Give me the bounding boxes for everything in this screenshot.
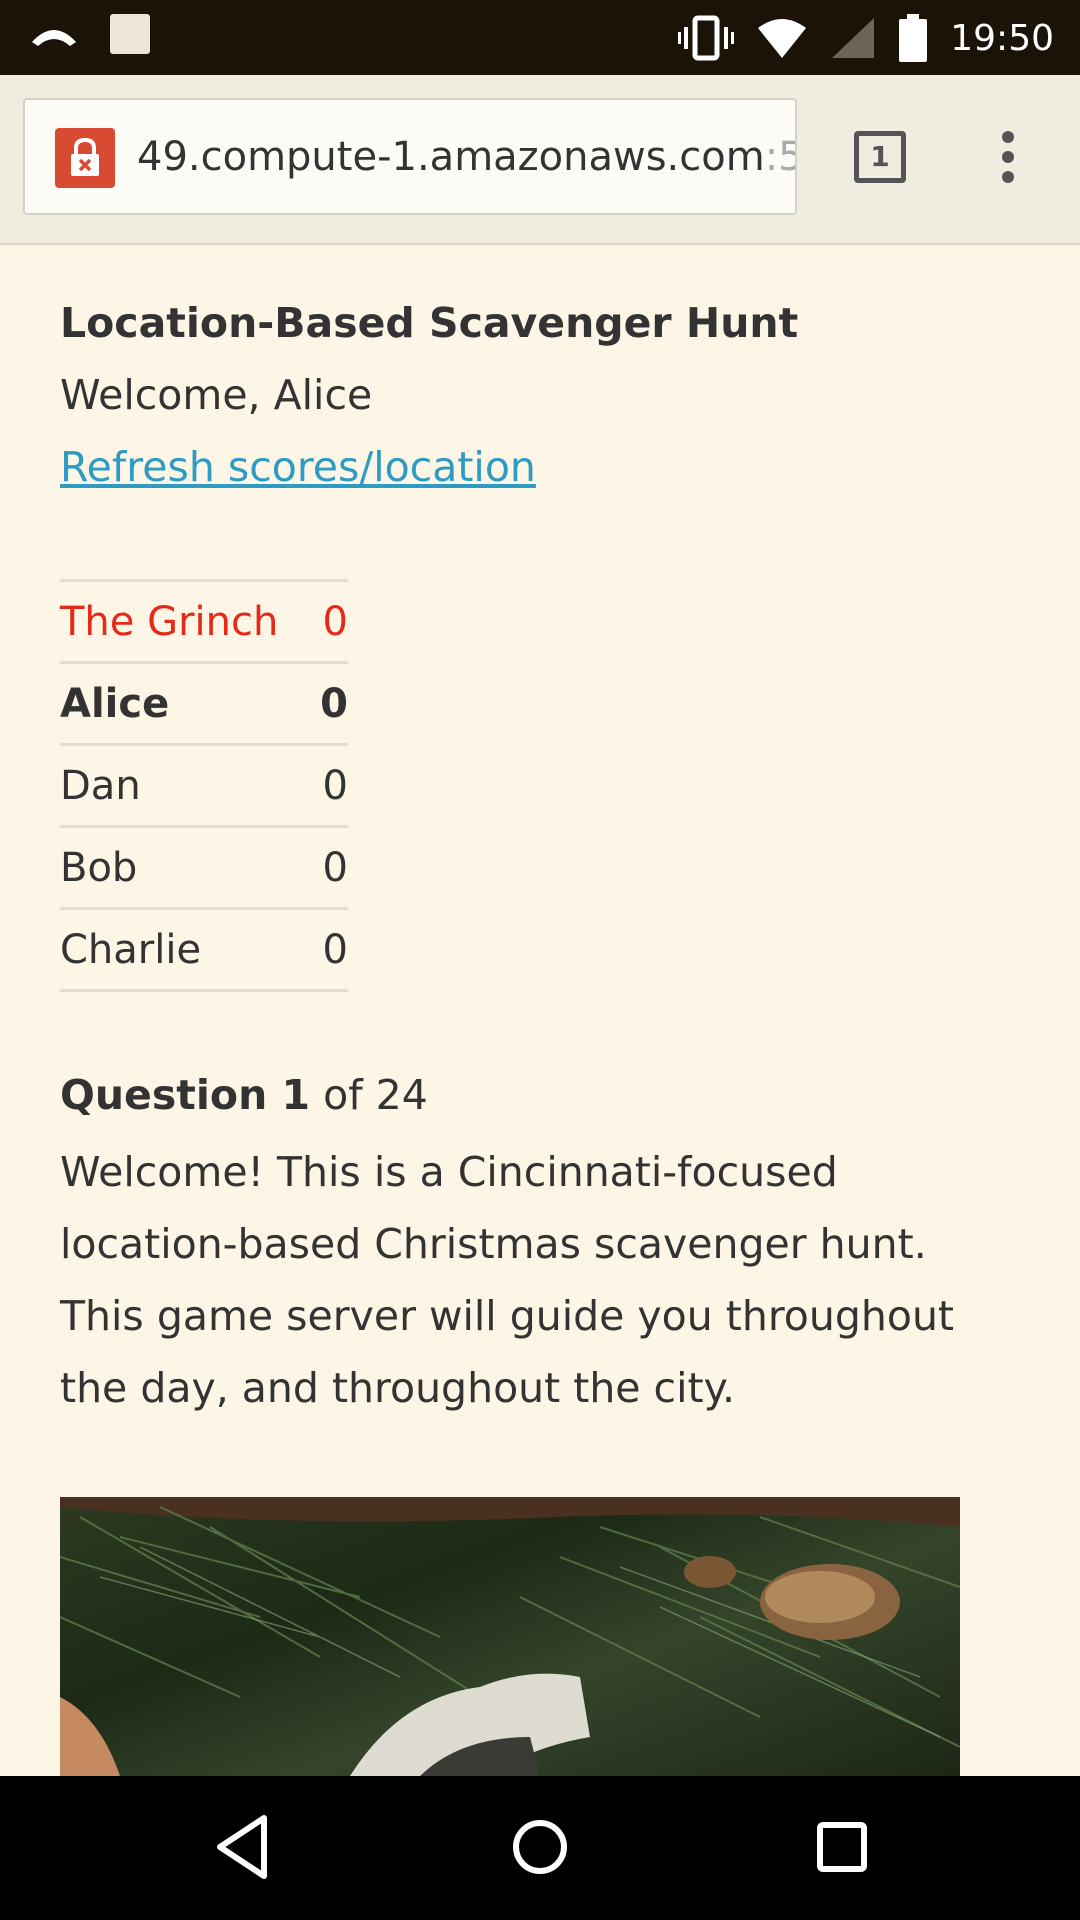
player-score: 0 — [315, 907, 348, 992]
tab-switcher-button[interactable]: 1 — [854, 131, 906, 183]
player-name: Charlie — [60, 907, 316, 992]
player-name: Bob — [60, 825, 316, 909]
score-row: Dan 0 — [60, 743, 348, 827]
recents-button[interactable] — [812, 1812, 872, 1886]
status-bar: 19:50 — [0, 0, 1080, 75]
question-text: Welcome! This is a Cincinnati-focused lo… — [60, 1148, 955, 1412]
score-row: Charlie 0 — [60, 907, 348, 992]
question-photo — [60, 1497, 960, 1776]
url-port: :5 — [764, 134, 795, 180]
missed-call-icon — [28, 12, 80, 56]
overflow-menu-icon[interactable] — [998, 131, 1018, 187]
player-score: 0 — [315, 743, 348, 827]
score-row: Alice 0 — [60, 661, 348, 745]
signal-icon — [830, 16, 876, 60]
player-name: Dan — [60, 743, 316, 827]
url-host: 49.compute-1.amazonaws.com — [137, 134, 765, 180]
wifi-icon — [756, 16, 808, 60]
insecure-lock-icon[interactable] — [55, 128, 115, 188]
scoreboard-table: The Grinch 0 Alice 0 Dan 0 Bob 0 Charlie… — [60, 579, 348, 992]
player-score: 0 — [315, 661, 348, 745]
browser-toolbar: 49.compute-1.amazonaws.com:5 1 — [0, 75, 1080, 245]
question-header: Question 1 of 24 — [60, 1071, 428, 1119]
player-score: 0 — [315, 579, 348, 663]
player-name: Alice — [60, 661, 316, 745]
question-total: of 24 — [310, 1071, 428, 1119]
url-text[interactable]: 49.compute-1.amazonaws.com:5 — [137, 134, 795, 180]
player-name: The Grinch — [60, 579, 316, 663]
score-row: The Grinch 0 — [60, 579, 348, 663]
vibrate-icon — [678, 15, 735, 61]
welcome-text: Welcome, Alice — [60, 371, 373, 419]
home-button[interactable] — [510, 1812, 570, 1886]
back-button[interactable] — [212, 1812, 272, 1886]
url-bar[interactable]: 49.compute-1.amazonaws.com:5 — [23, 98, 797, 215]
page-title: Location-Based Scavenger Hunt — [60, 299, 799, 347]
question-number: Question 1 — [60, 1071, 311, 1119]
system-navigation-bar — [0, 1776, 1080, 1920]
refresh-scores-link[interactable]: Refresh scores/location — [60, 443, 536, 491]
status-time: 19:50 — [950, 17, 1054, 59]
battery-icon — [898, 14, 928, 62]
score-row: Bob 0 — [60, 825, 348, 909]
image-notification-icon — [108, 12, 152, 56]
player-score: 0 — [315, 825, 348, 909]
